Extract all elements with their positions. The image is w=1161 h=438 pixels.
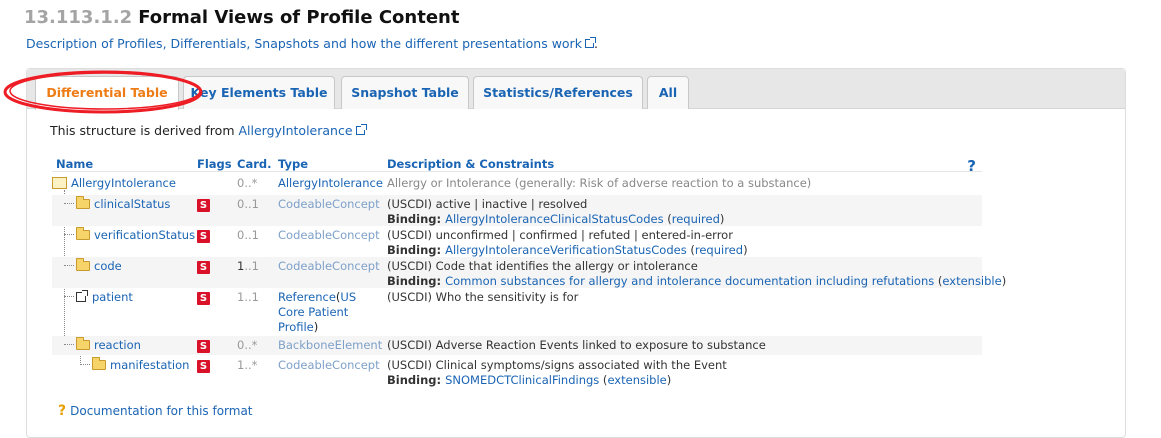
binding-link[interactable]: Common substances for allergy and intole… <box>445 274 934 288</box>
type-link[interactable]: Reference <box>278 290 336 304</box>
must-support-flag: S <box>197 340 210 353</box>
tab-key-elements-table[interactable]: Key Elements Table <box>183 76 335 109</box>
derived-from-link[interactable]: AllergyIntolerance <box>238 123 352 138</box>
element-name-link[interactable]: clinicalStatus <box>94 197 170 211</box>
table-row: patient S 1..1 Reference(US Core Patient… <box>52 288 982 336</box>
element-description: (USCDI) active | inactive | resolved <box>387 197 588 211</box>
cardinality: 0..* <box>237 176 258 190</box>
tab-statistics-references[interactable]: Statistics/References <box>473 76 643 109</box>
element-name-link[interactable]: patient <box>92 290 133 304</box>
type-link[interactable]: BackboneElement <box>278 338 382 352</box>
table-row: code S 1..1 CodeableConcept (USCDI) Code… <box>52 257 1006 288</box>
element-name-link[interactable]: code <box>94 259 122 273</box>
element-name-link[interactable]: reaction <box>94 338 141 352</box>
header-name: Name <box>56 157 94 171</box>
tab-bar: Differential Table Key Elements Table Sn… <box>27 69 1125 110</box>
reference-icon <box>76 290 88 302</box>
binding-strength-link[interactable]: extensible <box>607 373 666 387</box>
header-description: Description & Constraints <box>387 157 555 171</box>
must-support-flag: S <box>197 360 210 373</box>
folder-icon <box>76 196 90 209</box>
element-description: (USCDI) Code that identifies the allergy… <box>387 259 698 273</box>
must-support-flag: S <box>197 230 210 243</box>
element-description: (USCDI) Adverse Reaction Events linked t… <box>387 338 766 352</box>
documentation-link[interactable]: Documentation for this format <box>70 404 252 418</box>
page-title: 13.113.1.2 Formal Views of Profile Conten… <box>24 7 459 28</box>
section-title: Formal Views of Profile Content <box>138 7 460 28</box>
cardinality: 0..1 <box>237 197 259 211</box>
binding-link[interactable]: AllergyIntoleranceClinicalStatusCodes <box>445 212 663 226</box>
type-link[interactable]: CodeableConcept <box>278 228 380 242</box>
element-description: (USCDI) unconfirmed | confirmed | refute… <box>387 228 733 242</box>
type-target-link[interactable]: US <box>340 290 356 304</box>
cardinality: 0..* <box>237 338 258 352</box>
table-row: reaction S 0..* BackboneElement (USCDI) … <box>52 336 982 355</box>
element-name-link[interactable]: manifestation <box>110 358 189 372</box>
folder-icon <box>76 227 90 240</box>
binding-link[interactable]: SNOMEDCTClinicalFindings <box>445 373 599 387</box>
element-description: Allergy or Intolerance (generally: Risk … <box>387 176 812 190</box>
cardinality: 0..1 <box>237 228 259 242</box>
type-link[interactable]: CodeableConcept <box>278 259 380 273</box>
must-support-flag: S <box>197 199 210 212</box>
table-row: clinicalStatus S 0..1 CodeableConcept (U… <box>52 195 982 226</box>
tab-snapshot-table[interactable]: Snapshot Table <box>341 76 469 109</box>
must-support-flag: S <box>197 292 210 305</box>
element-description: (USCDI) Who the sensitivity is for <box>387 290 579 304</box>
cardinality: 1..1 <box>237 259 259 273</box>
folder-icon <box>76 258 90 271</box>
type-target-link[interactable]: Profile <box>278 320 314 334</box>
type-link[interactable]: AllergyIntolerance <box>278 176 383 190</box>
documentation-line: ? Documentation for this format <box>58 403 253 419</box>
folder-icon <box>92 357 106 370</box>
description-link[interactable]: Description of Profiles, Differentials, … <box>26 36 582 51</box>
type-link[interactable]: CodeableConcept <box>278 197 380 211</box>
table-row: manifestation S 1..* CodeableConcept (US… <box>52 356 982 388</box>
element-name-link[interactable]: AllergyIntolerance <box>71 176 176 190</box>
binding-strength-link[interactable]: required <box>672 212 720 226</box>
table-row: AllergyIntolerance 0..* AllergyIntoleran… <box>52 174 982 195</box>
element-name-link[interactable]: verificationStatus <box>94 228 195 242</box>
table-row: verificationStatus S 0..1 CodeableConcep… <box>52 226 982 257</box>
section-number: 13.113.1.2 <box>24 7 133 28</box>
table-header: Name Flags Card. Type Description & Cons… <box>52 154 982 175</box>
help-question-icon: ? <box>58 403 67 419</box>
resource-icon <box>52 177 67 189</box>
binding-strength-link[interactable]: required <box>695 243 743 257</box>
header-flags: Flags <box>197 157 232 171</box>
type-link[interactable]: CodeableConcept <box>278 358 380 372</box>
header-type: Type <box>278 157 309 171</box>
header-card: Card. <box>237 157 272 171</box>
derived-from-line: This structure is derived from AllergyIn… <box>50 123 367 138</box>
tab-all[interactable]: All <box>647 76 689 109</box>
cardinality: 1..1 <box>237 290 259 304</box>
must-support-flag: S <box>197 261 210 274</box>
help-question-icon[interactable]: ? <box>967 157 976 175</box>
type-target-link[interactable]: Core Patient <box>278 305 348 319</box>
cardinality: 1..* <box>237 358 258 372</box>
description-line: Description of Profiles, Differentials, … <box>26 36 598 51</box>
tab-differential-table[interactable]: Differential Table <box>35 76 179 110</box>
external-link-icon <box>584 37 596 48</box>
binding-link[interactable]: AllergyIntoleranceVerificationStatusCode… <box>445 243 687 257</box>
binding-strength-link[interactable]: extensible <box>942 274 1001 288</box>
folder-icon <box>76 337 90 350</box>
element-description: (USCDI) Clinical symptoms/signs associat… <box>387 358 727 372</box>
external-link-icon <box>355 124 367 135</box>
